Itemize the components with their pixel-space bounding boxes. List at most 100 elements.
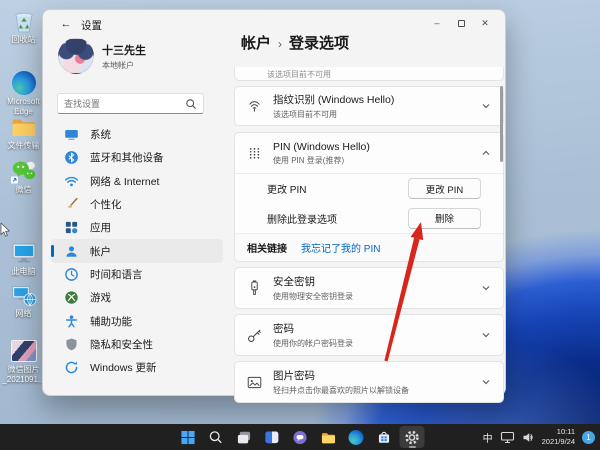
sidebar-item-privacy[interactable]: 隐私和安全性 [51,333,223,356]
sidebar-item-label: 游戏 [90,292,111,305]
bluetooth-icon [64,150,79,165]
card-title: 图片密码 [273,370,315,382]
close-button[interactable]: ✕ [473,13,497,33]
sidebar-item-network[interactable]: 网络 & Internet [51,170,223,193]
chevron-up-icon[interactable] [480,147,492,159]
back-button[interactable]: ← [56,15,76,33]
chevron-down-icon[interactable] [480,100,492,112]
card-subtitle: 该选项目前不可用 [273,110,337,119]
taskbar-search-button[interactable] [204,426,229,448]
remove-pin-button[interactable]: 删除 [408,207,481,229]
sidebar-item-windows-update[interactable]: Windows 更新 [51,356,223,379]
card-title: 安全密钥 [273,276,315,288]
user-name: 十三先生 [102,44,146,57]
taskbar: 中 10:11 2021/9/24 1 [0,424,600,450]
clock[interactable]: 10:11 2021/9/24 [542,427,575,447]
notification-badge[interactable]: 1 [582,430,595,444]
sidebar-item-bluetooth[interactable]: 蓝牙和其他设备 [51,146,223,169]
account-type: 本地帐户 [102,60,134,70]
store-icon [378,431,390,443]
desktop-icon-wechat[interactable]: 微信 [1,158,46,195]
settings-button[interactable] [399,426,425,448]
sidebar-item-label: 辅助功能 [90,315,132,328]
update-icon [64,360,79,375]
desktop-icon-recycle-bin[interactable]: 回收站 [1,8,46,45]
network-icon [10,282,38,308]
sidebar-item-gaming[interactable]: 游戏 [51,286,223,309]
windows-logo-icon [181,430,195,444]
change-pin-button[interactable]: 更改 PIN [408,178,481,199]
chevron-down-icon[interactable] [480,376,492,388]
task-view-button[interactable] [232,426,257,448]
gear-icon [405,430,419,444]
system-icon [64,127,79,142]
clock-icon [64,267,79,282]
edge-button[interactable] [344,426,369,448]
sidebar-item-apps[interactable]: 应用 [51,216,223,239]
widgets-button[interactable] [260,426,285,448]
store-button[interactable] [372,426,397,448]
card-fingerprint[interactable]: 指纹识别 (Windows Hello) 该选项目前不可用 [234,86,504,126]
chevron-down-icon[interactable] [480,282,492,294]
scrollbar[interactable] [500,86,503,162]
sidebar-item-personalization[interactable]: 个性化 [51,193,223,216]
card-subtitle: 使用 PIN 登录(推荐) [273,155,345,165]
network-status-icon[interactable] [500,430,515,444]
forgot-pin-link[interactable]: 我忘记了我的 PIN [301,240,380,255]
picture-icon [246,374,263,391]
card-subtitle: 使用你的帐户密码登录 [273,339,353,348]
sidebar-item-label: 系统 [90,129,111,142]
desktop-icon-edge[interactable]: Microsoft Edge [1,70,46,116]
key-icon [246,327,263,344]
sidebar-item-time-language[interactable]: 时间和语言 [51,263,223,286]
sidebar-nav: 系统 蓝牙和其他设备 网络 & Internet 个性化 应用 帐户 时间和语言 [51,123,223,379]
desktop-icon-wechat-image[interactable]: 微信图片_2021091... [1,338,46,384]
sidebar-item-accessibility[interactable]: 辅助功能 [51,309,223,332]
start-button[interactable] [176,426,201,448]
mouse-cursor [0,223,10,237]
maximize-icon [457,19,465,27]
apps-icon [64,220,79,235]
partial-card-subtitle: 该选项目前不可用 [267,70,331,79]
volume-icon[interactable] [522,431,535,444]
task-view-icon [237,431,251,443]
wechat-icon [10,158,38,184]
sidebar-item-accounts[interactable]: 帐户 [51,239,223,263]
sidebar-item-label: 帐户 [90,245,111,258]
desktop-icon-network[interactable]: 网络 [1,282,46,319]
minimize-button[interactable]: – [425,13,449,33]
card-password[interactable]: 密码 使用你的帐户密码登录 [234,314,504,356]
card-picture-password[interactable]: 图片密码 轻扫并点击你最喜欢的照片以解锁设备 [234,361,504,403]
card-security-key[interactable]: 安全密钥 使用物理安全密钥登录 [234,267,504,309]
main-pane: 帐户 › 登录选项 该选项目前不可用 指纹识别 (Windows Hello) … [234,32,504,403]
sidebar-item-label: 时间和语言 [90,268,143,281]
card-subtitle: 使用物理安全密钥登录 [273,292,353,301]
ime-indicator[interactable]: 中 [483,430,493,445]
settings-search[interactable] [57,93,204,114]
desktop-icon-label: 回收站 [11,35,36,44]
xbox-icon [64,290,79,305]
edge-icon [348,429,364,445]
file-explorer-button[interactable] [316,426,341,448]
user-profile[interactable]: 十三先生 本地帐户 [58,38,146,74]
desktop-icon-this-pc[interactable]: 此电脑 [1,240,46,277]
tray-date: 2021/9/24 [541,437,575,446]
card-pin[interactable]: PIN (Windows Hello) 使用 PIN 登录(推荐) 更改 PIN… [234,132,504,262]
edge-icon [10,70,38,96]
image-thumbnail [10,338,38,364]
chevron-down-icon[interactable] [480,329,492,341]
breadcrumb-accounts[interactable]: 帐户 [241,32,271,53]
sidebar-item-system[interactable]: 系统 [51,123,223,146]
window-title: 设置 [81,20,102,32]
desktop-icon-folder[interactable]: 文件传输 [1,114,46,151]
security-key-icon [246,280,263,297]
card-subtitle: 轻扫并点击你最喜欢的照片以解锁设备 [273,386,409,395]
card-title: 指纹识别 (Windows Hello) [273,94,395,106]
breadcrumb: 帐户 › 登录选项 [234,32,504,53]
chat-button[interactable] [288,426,313,448]
related-links-row: 相关链接 我忘记了我的 PIN [235,233,503,261]
card-partial[interactable]: 该选项目前不可用 [234,67,504,81]
folder-icon [10,114,38,140]
maximize-button[interactable] [449,13,473,33]
search-input[interactable] [64,98,181,109]
